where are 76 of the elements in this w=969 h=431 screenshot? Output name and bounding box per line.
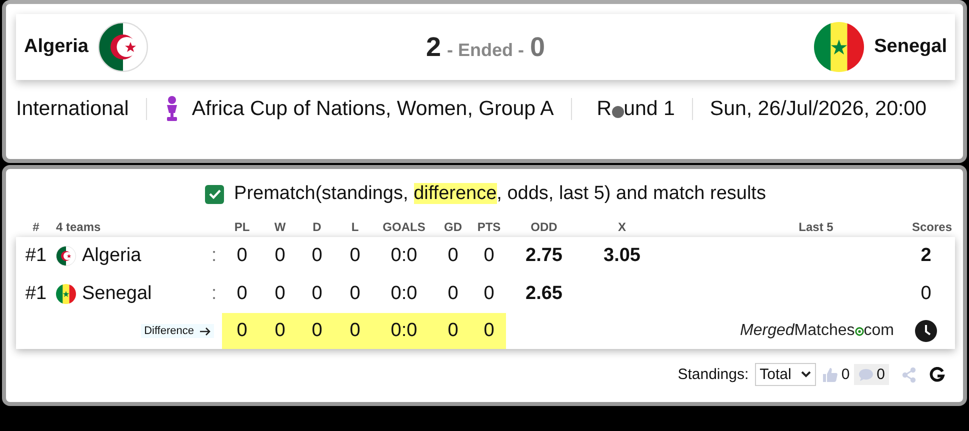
table-cell-text: 0	[274, 248, 286, 264]
table-cell-text: 0	[348, 286, 362, 302]
column-header: GD	[443, 219, 463, 235]
score: 2	[426, 32, 441, 62]
table-cell-text: 0	[310, 248, 324, 264]
table-cell-text: 0:0	[390, 286, 418, 302]
comment-count: 0	[876, 366, 885, 383]
difference-cell: 0:0	[374, 313, 434, 349]
table-cell-text: 0	[446, 286, 460, 302]
g-logo-icon[interactable]	[929, 366, 945, 382]
flag-icon	[814, 22, 864, 72]
difference-cell: 0	[336, 313, 374, 349]
flag-icon	[56, 284, 76, 304]
ball-icon	[854, 326, 864, 336]
thumbs-up-icon[interactable]	[822, 366, 838, 382]
column-header: Last 5	[798, 219, 834, 235]
odd-cell-text: 2.65	[524, 286, 564, 302]
column-header: W	[273, 219, 287, 235]
column-header: X	[616, 219, 627, 235]
chevron-down-icon	[801, 371, 812, 378]
table-cell-text: 0	[310, 286, 324, 302]
team-name: Senegal	[874, 36, 947, 58]
separator: :	[210, 245, 218, 267]
table-cell-text: 0	[482, 286, 496, 302]
difference-cell: 0	[262, 313, 298, 349]
competition-name[interactable]: Africa Cup of Nations, Women, Group A	[192, 97, 554, 121]
checkbox[interactable]	[205, 184, 224, 204]
column-header: ODD	[530, 219, 558, 235]
round-label: und 1	[624, 97, 675, 121]
difference-cell: 0	[434, 313, 472, 349]
odd-cell-text: 3.05	[602, 248, 642, 264]
rank-cell-text: #1	[24, 283, 48, 305]
standings-select[interactable]: Total	[754, 363, 816, 386]
table-cell-text: 0	[348, 248, 362, 264]
like-count: 0	[841, 366, 850, 383]
logo-text[interactable]: com	[864, 322, 894, 340]
difference-cell: 0	[222, 313, 262, 349]
dot-icon	[612, 106, 624, 118]
flag-icon	[56, 246, 76, 266]
column-header: #	[32, 219, 40, 235]
team-cell[interactable]: Senegal	[82, 283, 152, 305]
table-cell-text: 0	[446, 248, 460, 264]
column-header: PTS	[476, 219, 502, 235]
column-header: 4 teams	[56, 219, 102, 235]
team-name: Algeria	[24, 36, 88, 58]
column-header: L	[350, 219, 360, 235]
table-cell-text: 0	[236, 248, 248, 264]
score: 0	[530, 32, 546, 62]
check-icon	[208, 189, 221, 199]
score-cell-text: 0	[920, 286, 932, 302]
difference-cell: 0	[298, 313, 336, 349]
standings-label: Standings:	[678, 366, 749, 383]
column-header: Scores	[910, 219, 953, 235]
logo-text[interactable]: MergedMatches	[740, 322, 855, 340]
difference-cell: 0	[472, 313, 506, 349]
table-cell-text: 0:0	[390, 248, 418, 264]
category-label: International	[16, 97, 129, 121]
match-status: - Ended -	[447, 40, 524, 60]
table-cell-text: 0	[236, 286, 248, 302]
round-label: R	[596, 97, 612, 121]
table-cell-text: 0	[482, 248, 496, 264]
column-header: GOALS	[382, 219, 426, 235]
table-cell-text: 0	[274, 286, 286, 302]
score-cell-text: 2	[920, 248, 932, 264]
separator: :	[210, 283, 218, 305]
clock-icon[interactable]	[915, 320, 937, 342]
flag-icon	[98, 22, 148, 72]
match-datetime: Sun, 26/Jul/2026, 20:00	[710, 97, 926, 121]
column-header: D	[312, 219, 322, 235]
rank-cell-text: #1	[24, 245, 48, 267]
difference-label: Difference	[141, 324, 214, 338]
team-cell[interactable]: Algeria	[82, 245, 142, 267]
checkbox-label: Prematch(standings, difference, odds, last 5) and match results	[234, 183, 766, 205]
column-header: PL	[233, 219, 251, 235]
odd-cell-text: 2.75	[524, 248, 564, 264]
arrow-icon	[200, 326, 211, 336]
